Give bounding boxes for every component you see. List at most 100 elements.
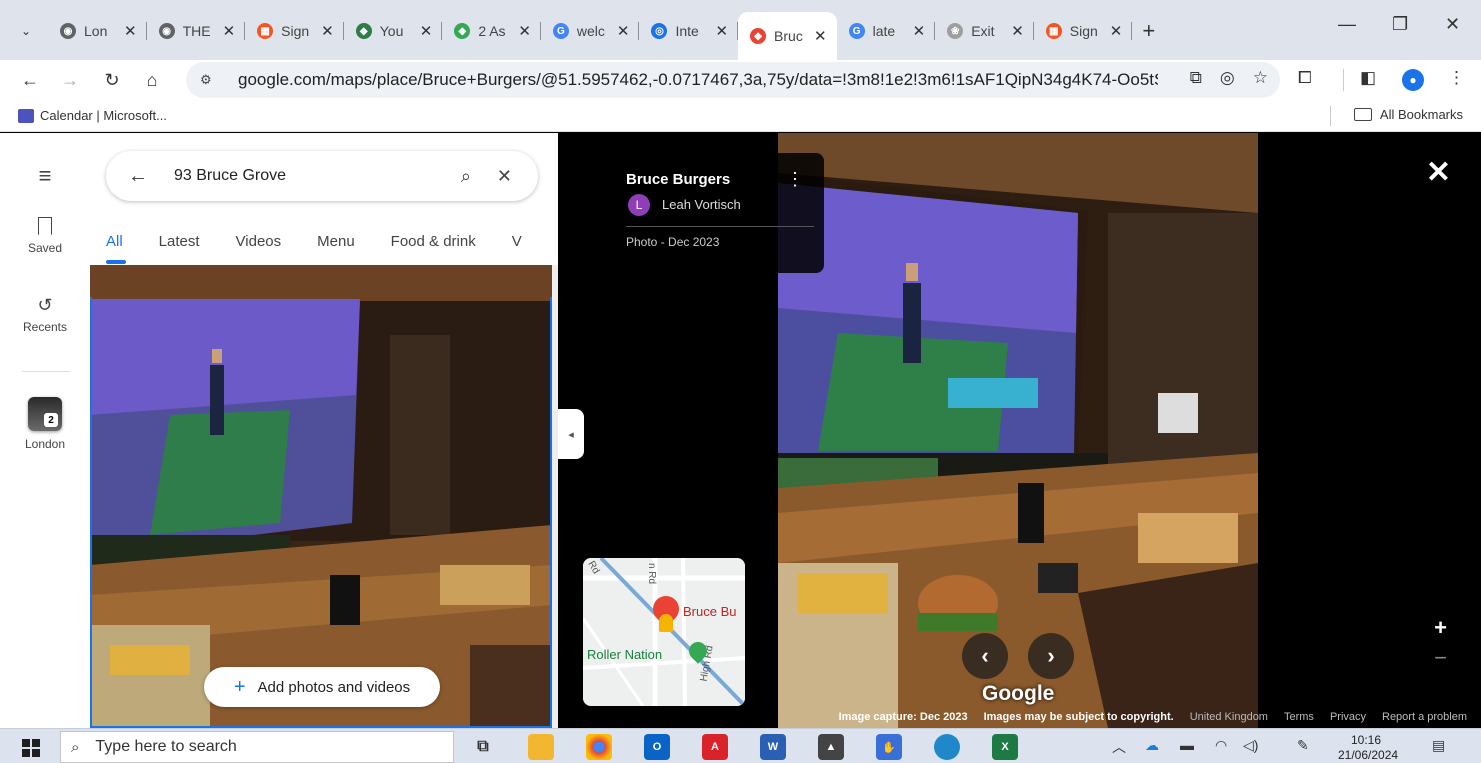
side-panel-icon[interactable]: ◧ <box>1360 68 1376 88</box>
word-icon[interactable]: W <box>760 734 786 760</box>
browser-tab[interactable]: ▦ Sign ✕ <box>1034 12 1133 50</box>
bookmark-calendar[interactable]: Calendar | Microsoft... <box>18 108 167 123</box>
outlook-icon[interactable]: O <box>644 734 670 760</box>
tab-close-icon[interactable]: ✕ <box>814 27 827 45</box>
report-problem-link[interactable]: Report a problem <box>1382 711 1467 728</box>
tab-close-icon[interactable]: ✕ <box>124 22 137 40</box>
minimap[interactable]: Rd n Rd High Rd Bruce Bu Roller Nation <box>583 558 745 706</box>
tab-close-icon[interactable]: ✕ <box>617 22 630 40</box>
author-name[interactable]: Leah Vortisch <box>662 197 741 212</box>
browser-tab[interactable]: ◉ Lon ✕ <box>48 12 147 50</box>
category-tab[interactable]: Videos <box>236 233 282 250</box>
place-name[interactable]: Bruce Burgers <box>626 171 730 188</box>
tab-search-button[interactable]: ⌄ <box>12 18 40 44</box>
profile-avatar[interactable]: ● <box>1402 69 1424 91</box>
browser-tab[interactable]: ❀ Exit ✕ <box>935 12 1034 50</box>
taskbar-clock[interactable]: 10:16 21/06/2024 <box>1338 733 1398 763</box>
tab-title: Exit <box>971 23 995 39</box>
browser-tab[interactable]: ▦ Sign ✕ <box>245 12 344 50</box>
author-avatar[interactable]: L <box>628 194 650 216</box>
rail-saved[interactable]: Saved <box>0 217 90 255</box>
tab-close-icon[interactable]: ✕ <box>1011 22 1024 40</box>
browser-tab[interactable]: ◆ Bruc ✕ <box>738 12 837 60</box>
back-icon[interactable]: ← <box>16 66 44 94</box>
viewer-footer: Image capture: Dec 2023 Images may be su… <box>558 711 1481 728</box>
chrome-icon[interactable] <box>586 734 612 760</box>
country-link[interactable]: United Kingdom <box>1190 711 1268 728</box>
excel-icon[interactable]: X <box>992 734 1018 760</box>
hamburger-menu-icon[interactable]: ≡ <box>0 163 90 189</box>
bookmark-star-icon[interactable]: ☆ <box>1253 68 1268 88</box>
search-input[interactable]: 93 Bruce Grove <box>174 167 461 185</box>
browser-tab[interactable]: ◉ THE ✕ <box>147 12 246 50</box>
tab-close-icon[interactable]: ✕ <box>913 22 926 40</box>
category-tab[interactable]: Food & drink <box>391 233 476 250</box>
close-window-icon[interactable]: ✕ <box>1445 14 1460 35</box>
tab-close-icon[interactable]: ✕ <box>715 22 728 40</box>
zoom-in-icon[interactable]: + <box>1434 615 1447 641</box>
bookmarks-divider <box>1330 106 1331 126</box>
browser-tab[interactable]: ◆ 2 As ✕ <box>442 12 541 50</box>
rail-recents[interactable]: ↺ Recents <box>0 295 90 334</box>
volume-icon[interactable]: ◁) <box>1243 737 1258 754</box>
notifications-icon[interactable]: ▤ <box>1432 737 1445 754</box>
acrobat-icon[interactable]: A <box>702 734 728 760</box>
next-photo-icon[interactable]: › <box>1028 633 1074 679</box>
tab-close-icon[interactable]: ✕ <box>223 22 236 40</box>
tab-close-icon[interactable]: ✕ <box>1110 22 1123 40</box>
zoom-out-icon[interactable]: − <box>1434 645 1447 671</box>
maps-search-box[interactable]: ← 93 Bruce Grove ⌕ ✕ <box>106 151 538 201</box>
windows-start-icon[interactable] <box>22 739 40 757</box>
browser-tab[interactable]: ◆ You ✕ <box>344 12 443 50</box>
previous-photo-icon[interactable]: ‹ <box>962 633 1008 679</box>
back-arrow-icon[interactable]: ← <box>128 165 148 188</box>
tray-chevron-icon[interactable]: ︿ <box>1112 737 1126 757</box>
restore-icon[interactable]: ❐ <box>1392 14 1408 35</box>
tab-close-icon[interactable]: ✕ <box>420 22 433 40</box>
category-tab[interactable]: Latest <box>159 233 200 250</box>
category-tab[interactable]: V <box>512 233 522 250</box>
site-info-icon[interactable]: ⚙ <box>200 72 222 88</box>
onedrive-icon[interactable]: ☁ <box>1145 737 1159 754</box>
close-viewer-icon[interactable]: ✕ <box>1426 155 1451 190</box>
home-icon[interactable]: ⌂ <box>138 66 166 94</box>
address-bar[interactable]: ⚙ google.com/maps/place/Bruce+Burgers/@5… <box>186 62 1280 98</box>
new-tab-icon[interactable]: + <box>1132 12 1165 50</box>
main-photo[interactable] <box>778 133 1258 728</box>
privacy-link[interactable]: Privacy <box>1330 711 1366 728</box>
tracking-icon[interactable]: ◎ <box>1220 68 1235 88</box>
add-photos-button[interactable]: + Add photos and videos <box>204 667 440 707</box>
maps-side-panel: ← 93 Bruce Grove ⌕ ✕ All Latest Videos Menu… <box>90 133 558 728</box>
battery-icon[interactable]: ▬ <box>1180 737 1194 753</box>
wifi-icon[interactable]: ◠ <box>1215 737 1227 754</box>
tab-close-icon[interactable]: ✕ <box>321 22 334 40</box>
forward-icon[interactable]: → <box>56 66 84 94</box>
collapse-panel-button[interactable]: ◂ <box>558 409 584 459</box>
minimize-icon[interactable]: — <box>1338 14 1356 35</box>
search-icon[interactable]: ⌕ <box>461 166 471 187</box>
category-tab[interactable]: Menu <box>317 233 355 250</box>
file-explorer-icon[interactable] <box>528 734 554 760</box>
category-tab[interactable]: All <box>106 233 123 250</box>
taskbar-search[interactable]: ⌕ Type here to search <box>60 731 454 763</box>
tab-close-icon[interactable]: ✕ <box>518 22 531 40</box>
url-text[interactable]: google.com/maps/place/Bruce+Burgers/@51.… <box>238 70 1158 90</box>
reload-icon[interactable]: ↻ <box>98 66 126 94</box>
app-hand-icon[interactable]: ✋ <box>876 734 902 760</box>
cast-icon[interactable]: ⧉ <box>1190 68 1202 88</box>
pen-icon[interactable]: ✎ <box>1297 737 1309 754</box>
all-bookmarks-button[interactable]: All Bookmarks <box>1353 107 1463 122</box>
browser-tab[interactable]: Gwelc ✕ <box>541 12 640 50</box>
rail-london[interactable]: 2 London <box>0 397 90 451</box>
extensions-icon[interactable]: ⧠ <box>1298 68 1312 88</box>
edge-icon[interactable] <box>934 734 960 760</box>
clear-search-icon[interactable]: ✕ <box>497 166 512 187</box>
photo-thumbnail-selected[interactable] <box>90 265 552 728</box>
browser-tab[interactable]: Glate ✕ <box>837 12 936 50</box>
browser-tab[interactable]: ◎ Inte ✕ <box>639 12 739 50</box>
terms-link[interactable]: Terms <box>1284 711 1314 728</box>
menu-icon[interactable]: ⋮ <box>1448 68 1465 88</box>
task-view-icon[interactable]: ⧉ <box>470 734 496 760</box>
photos-icon[interactable]: ▲ <box>818 734 844 760</box>
more-options-icon[interactable]: ⋮ <box>786 169 804 190</box>
